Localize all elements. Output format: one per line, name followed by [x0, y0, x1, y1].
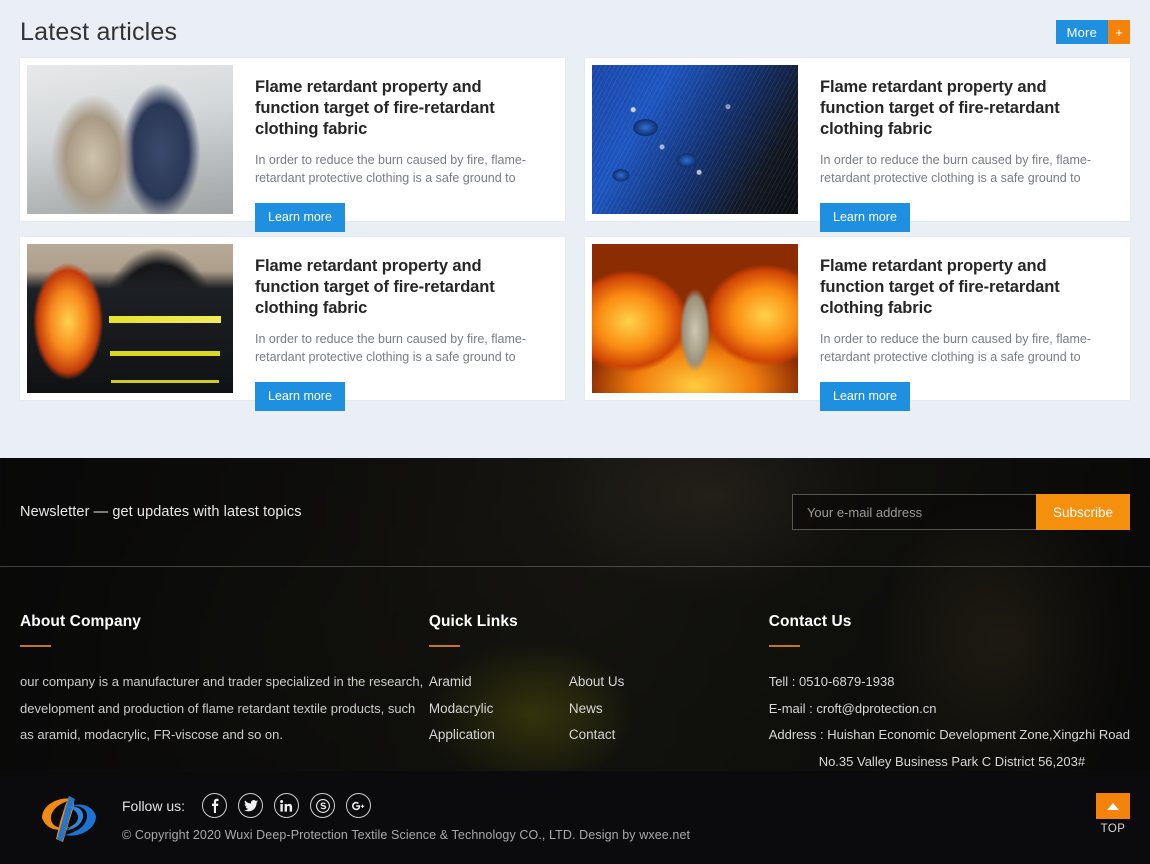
heading-underline: [428, 645, 460, 647]
twitter-icon[interactable]: [238, 793, 264, 818]
email-input[interactable]: [791, 494, 1036, 530]
footer-content: Newsletter — get updates with latest top…: [0, 458, 1150, 771]
bottom-bar-content: Follow us: © Copyright 2020 Wuxi Deep-Pr…: [122, 793, 690, 842]
about-company-text: our company is a manufacturer and trader…: [20, 674, 424, 742]
quick-link-aramid[interactable]: Aramid: [429, 669, 569, 696]
learn-more-button[interactable]: Learn more: [255, 382, 345, 411]
quick-link-news[interactable]: News: [569, 696, 769, 723]
newsletter-bar: Newsletter — get updates with latest top…: [0, 458, 1150, 566]
facebook-icon[interactable]: [202, 793, 228, 818]
article-excerpt: In order to reduce the burn caused by fi…: [820, 153, 1091, 185]
copyright-text: © Copyright 2020 Wuxi Deep-Protection Te…: [122, 828, 691, 842]
skype-icon[interactable]: [310, 793, 336, 818]
article-thumbnail[interactable]: [27, 65, 233, 214]
article-thumbnail[interactable]: [27, 244, 233, 393]
more-button-label: More: [1055, 20, 1108, 44]
subscribe-button[interactable]: Subscribe: [1035, 494, 1130, 530]
section-header: Latest articles More +: [20, 0, 1130, 58]
plus-icon: +: [1108, 20, 1130, 44]
article-card-body: Flame retardant property and function ta…: [798, 244, 1123, 411]
newsletter-heading: Newsletter — get updates with latest top…: [20, 504, 302, 520]
footer-columns: About Company our company is a manufactu…: [0, 567, 1150, 771]
article-card-body: Flame retardant property and function ta…: [233, 65, 558, 232]
article-excerpt: In order to reduce the burn caused by fi…: [820, 332, 1091, 364]
article-cards-grid: Flame retardant property and function ta…: [20, 58, 1130, 411]
page-title: Latest articles: [20, 17, 178, 46]
article-card[interactable]: Flame retardant property and function ta…: [20, 58, 565, 232]
article-title: Flame retardant property and function ta…: [820, 257, 1060, 317]
article-card[interactable]: Flame retardant property and function ta…: [585, 237, 1130, 411]
heading-underline: [768, 645, 800, 647]
article-card[interactable]: Flame retardant property and function ta…: [585, 58, 1130, 232]
article-card-body: Flame retardant property and function ta…: [233, 244, 558, 411]
footer-section: Newsletter — get updates with latest top…: [0, 458, 1150, 771]
about-company-heading: About Company: [20, 613, 141, 630]
contact-us-heading: Contact Us: [768, 613, 852, 630]
quick-links-grid: Aramid About Us Modacrylic News Applicat…: [429, 669, 769, 749]
linkedin-icon[interactable]: [274, 793, 300, 818]
follow-us-label: Follow us:: [122, 797, 186, 814]
learn-more-button[interactable]: Learn more: [820, 382, 910, 411]
top-arrow-icon: [1096, 793, 1130, 819]
contact-tel: Tell : 0510-6879-1938: [768, 674, 895, 689]
article-title: Flame retardant property and function ta…: [820, 78, 1060, 138]
quick-link-modacrylic[interactable]: Modacrylic: [429, 696, 569, 723]
footer-column-contact: Contact Us Tell : 0510-6879-1938 E-mail …: [768, 613, 1130, 771]
article-thumbnail[interactable]: [592, 65, 798, 214]
learn-more-button[interactable]: Learn more: [820, 203, 910, 232]
quick-link-contact[interactable]: Contact: [569, 722, 769, 749]
more-button[interactable]: More +: [1055, 20, 1130, 44]
footer-column-about: About Company our company is a manufactu…: [20, 613, 429, 771]
article-card-body: Flame retardant property and function ta…: [798, 65, 1123, 232]
top-button-label: TOP: [1100, 823, 1126, 835]
subscribe-form: Subscribe: [791, 494, 1130, 530]
quick-link-about-us[interactable]: About Us: [569, 669, 769, 696]
article-excerpt: In order to reduce the burn caused by fi…: [255, 332, 526, 364]
quick-links-heading: Quick Links: [428, 613, 518, 630]
contact-email: E-mail : croft@dprotection.cn: [768, 700, 937, 716]
heading-underline: [20, 645, 51, 647]
learn-more-button[interactable]: Learn more: [255, 203, 345, 232]
back-to-top-button[interactable]: TOP: [1096, 793, 1130, 835]
article-title: Flame retardant property and function ta…: [255, 78, 495, 138]
google-plus-icon[interactable]: [346, 793, 372, 818]
footer-column-quick-links: Quick Links Aramid About Us Modacrylic N…: [428, 613, 769, 771]
follow-us-row: Follow us:: [122, 793, 690, 818]
article-card[interactable]: Flame retardant property and function ta…: [20, 237, 565, 411]
company-logo[interactable]: [38, 792, 100, 844]
article-title: Flame retardant property and function ta…: [255, 257, 495, 317]
quick-link-application[interactable]: Application: [429, 722, 569, 749]
contact-address-line-2: No.35 Valley Business Park C District 56…: [818, 753, 1086, 769]
latest-articles-section: Latest articles More + Flame retardant p…: [0, 0, 1150, 458]
contact-address-line-1: Address : Huishan Economic Development Z…: [768, 727, 1130, 742]
article-thumbnail[interactable]: [592, 244, 798, 393]
bottom-bar: Follow us: © Copyright 2020 Wuxi Deep-Pr…: [0, 771, 1150, 864]
article-excerpt: In order to reduce the burn caused by fi…: [255, 153, 526, 185]
